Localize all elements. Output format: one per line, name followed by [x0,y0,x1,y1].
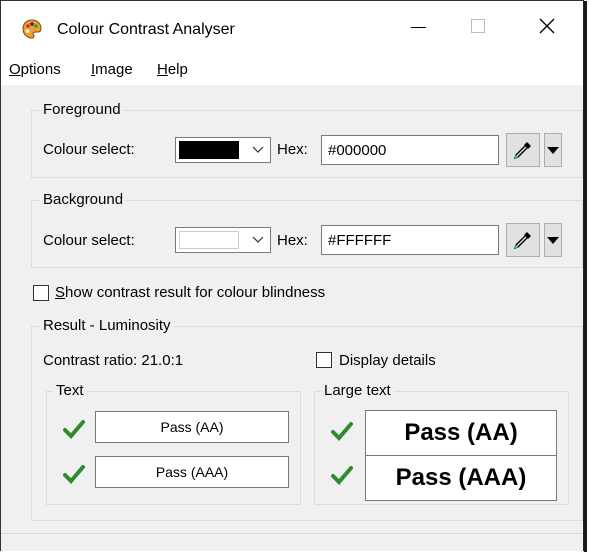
text-aaa-result: Pass (AAA) [95,456,289,488]
foreground-hex-label: Hex: [277,141,308,158]
app-window: Colour Contrast Analyser Options Image H… [0,0,587,552]
chevron-down-icon [248,140,268,160]
foreground-picker-dropdown[interactable] [544,133,562,167]
background-swatch [179,231,239,249]
foreground-eyedropper-button[interactable] [506,133,540,167]
foreground-hex-input[interactable] [321,135,499,165]
status-bar [1,533,583,551]
triangle-down-icon [547,236,559,244]
colour-blindness-checkbox[interactable] [33,285,49,301]
maximize-button[interactable] [456,11,500,41]
text-label: Text [53,382,87,399]
contrast-ratio: Contrast ratio: 21.0:1 [43,352,184,369]
palette-icon [22,19,42,39]
large-text-aa-result: Pass (AA) [365,410,557,456]
menu-image[interactable]: Image [91,61,133,78]
check-icon [331,422,353,441]
foreground-colour-select-label: Colour select: [43,141,135,158]
eyedropper-icon [513,232,531,250]
background-hex-input[interactable] [321,225,499,255]
maximize-icon [471,19,485,33]
menu-options[interactable]: Options [9,61,61,78]
check-icon [63,420,85,439]
title-bar[interactable]: Colour Contrast Analyser [1,1,583,51]
background-picker-dropdown[interactable] [544,223,562,257]
large-text-label: Large text [321,382,394,399]
check-icon [331,466,353,485]
close-button[interactable] [525,11,569,41]
background-colour-select-label: Colour select: [43,232,135,249]
result-label: Result - Luminosity [40,317,174,334]
display-details-checkbox[interactable] [316,352,332,368]
display-details-label[interactable]: Display details [339,352,436,369]
minimize-icon [410,26,426,28]
text-aa-result: Pass (AA) [95,411,289,443]
minimize-button[interactable] [396,11,440,41]
foreground-colour-select[interactable] [175,137,271,163]
menu-bar: Options Image Help [1,51,583,85]
chevron-down-icon [248,230,268,250]
colour-blindness-label[interactable]: Show contrast result for colour blindnes… [55,284,325,301]
eyedropper-icon [513,142,531,160]
background-hex-label: Hex: [277,232,308,249]
foreground-label: Foreground [40,101,124,118]
triangle-down-icon [547,146,559,154]
large-text-aaa-result: Pass (AAA) [365,455,557,501]
check-icon [63,465,85,484]
background-eyedropper-button[interactable] [506,223,540,257]
window-title: Colour Contrast Analyser [57,21,235,38]
background-label: Background [40,191,127,208]
background-colour-select[interactable] [175,227,271,253]
close-icon [539,18,555,34]
menu-help[interactable]: Help [157,61,188,78]
foreground-swatch [179,141,239,159]
